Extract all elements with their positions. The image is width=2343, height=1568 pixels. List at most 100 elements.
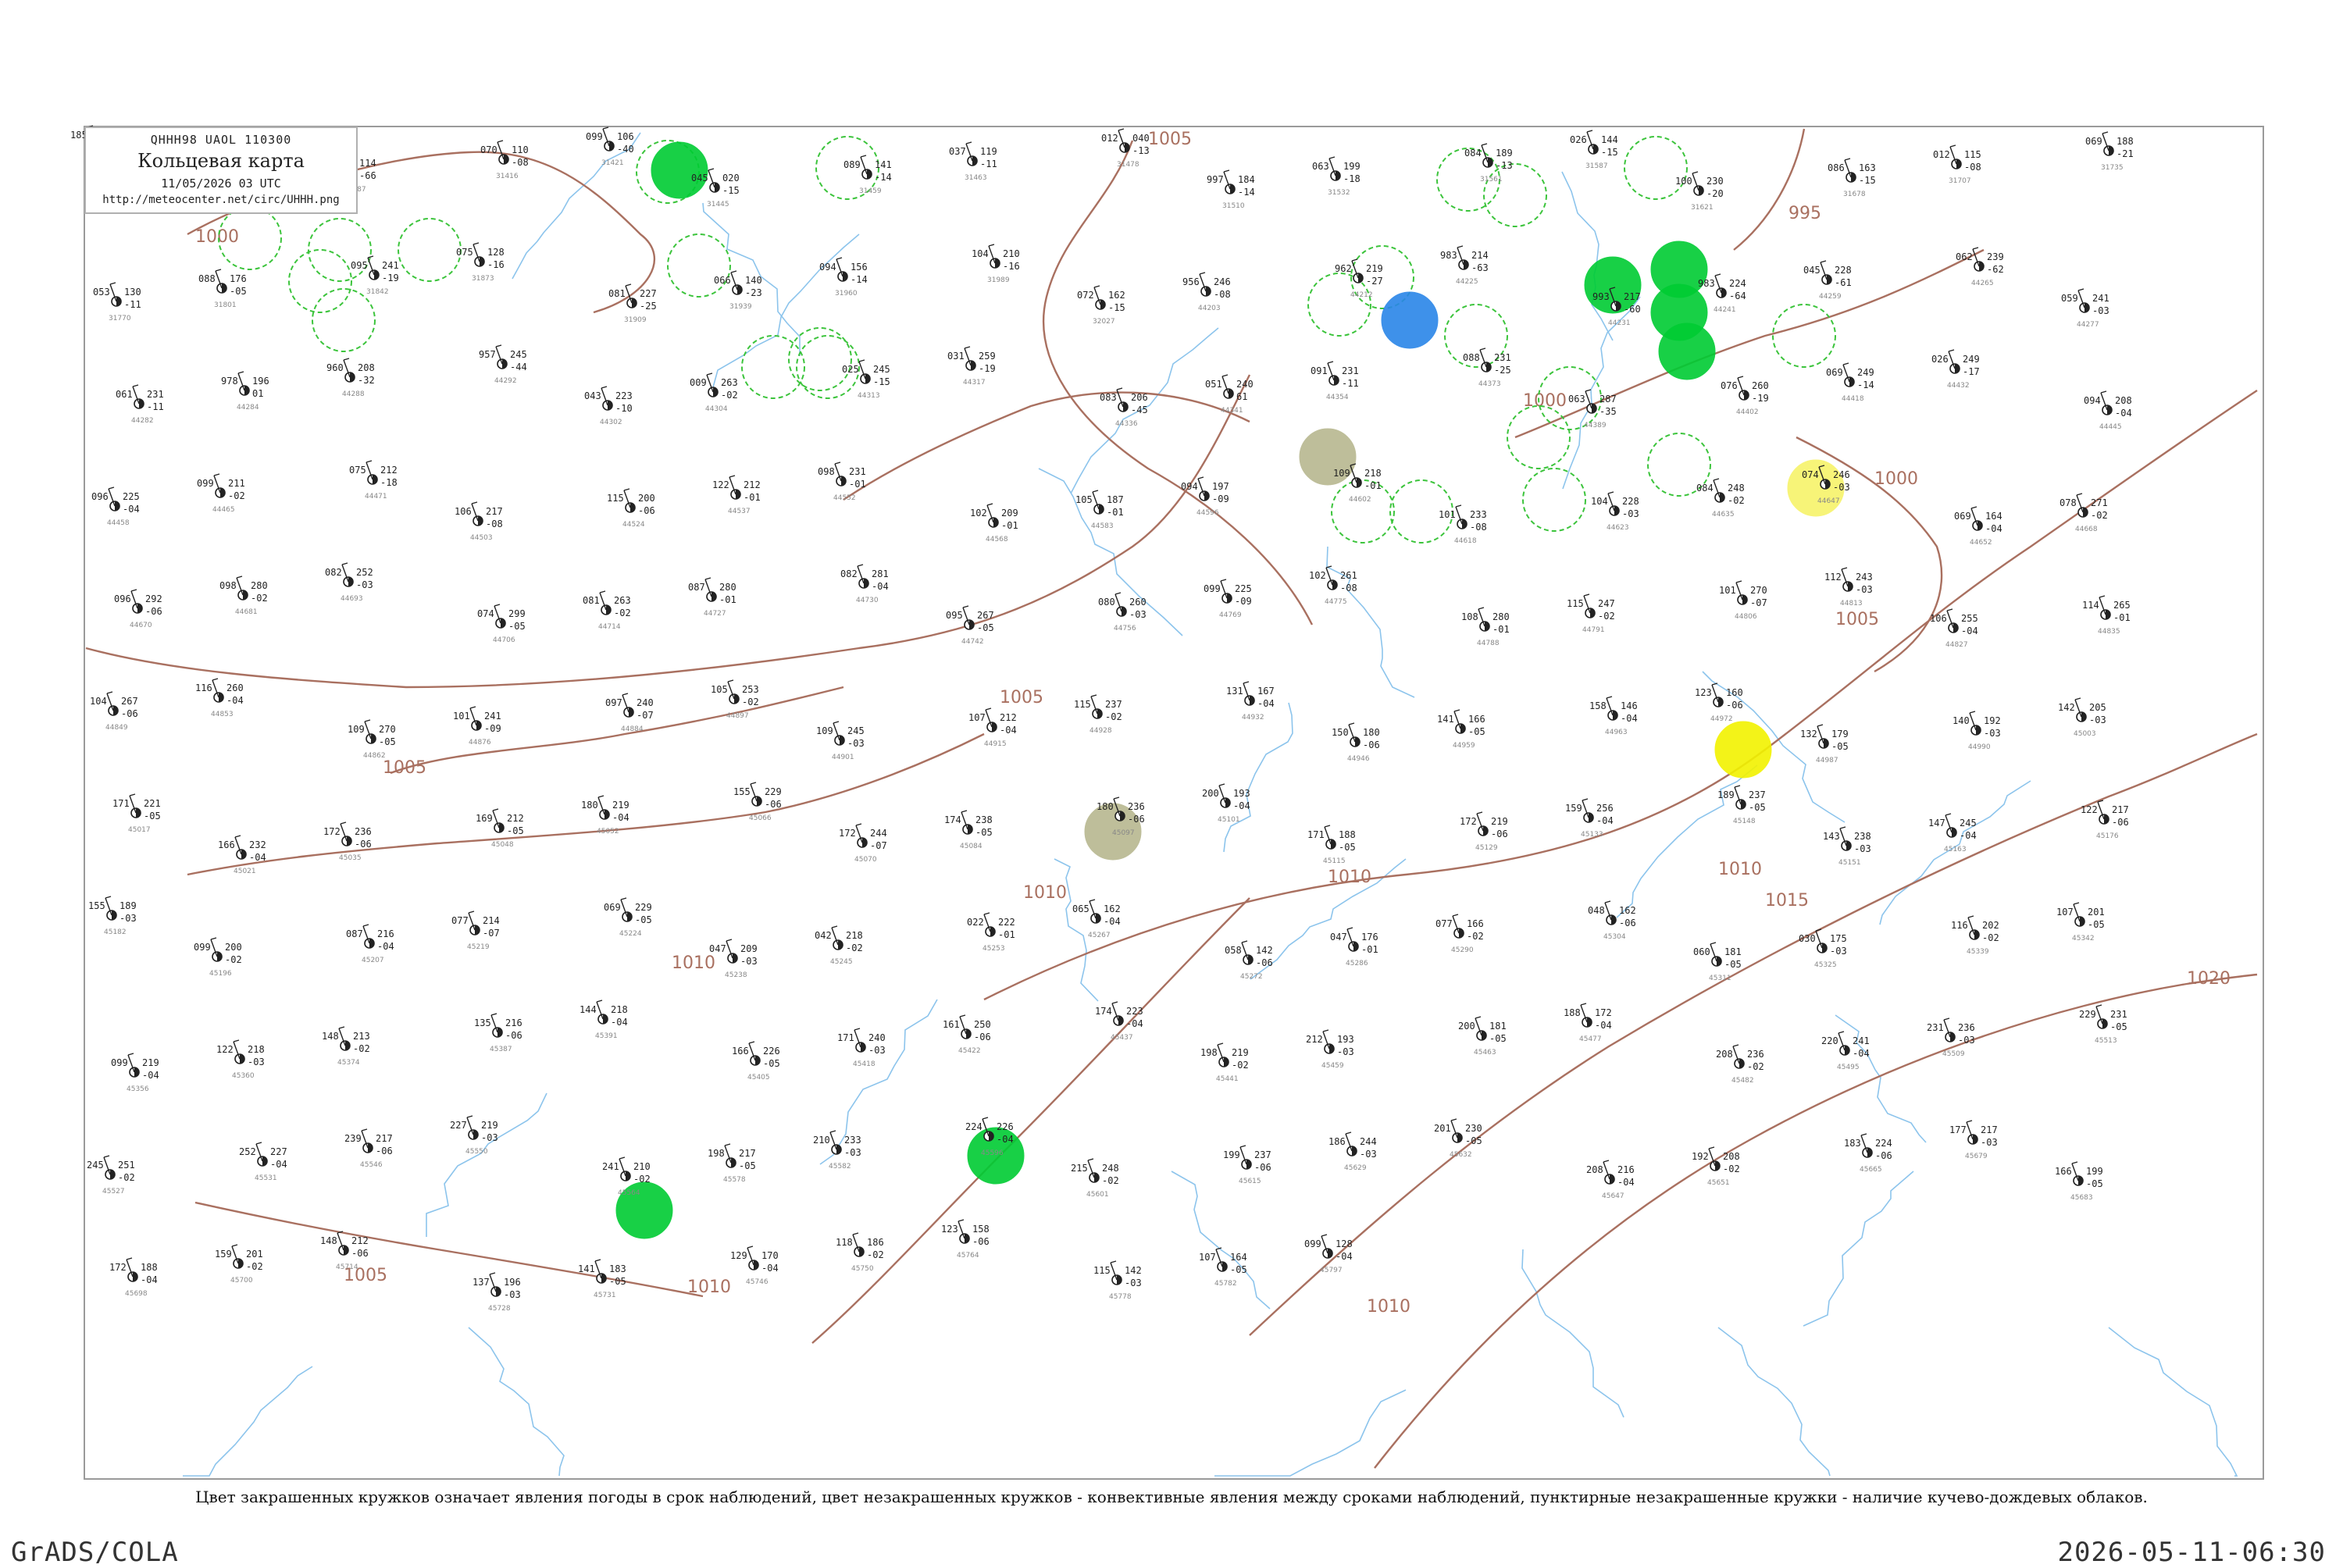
station-id: 45629 (1344, 1164, 1367, 1172)
station-id: 31445 (707, 201, 729, 208)
station-tendency: -09 (484, 723, 501, 734)
station-temp: 997 (1207, 174, 1224, 185)
station-id: 45342 (2072, 935, 2095, 943)
station-id: 45615 (1239, 1178, 1261, 1185)
station-pressure: 189 (119, 900, 137, 911)
station-id: 31459 (859, 187, 882, 195)
station-temp: 141 (578, 1263, 595, 1274)
station-temp: 148 (320, 1235, 337, 1246)
station-tendency: -02 (1728, 495, 1745, 506)
station-tendency: -62 (1987, 264, 2004, 275)
station-pressure: 219 (481, 1120, 498, 1131)
station-temp: 047 (1330, 932, 1347, 943)
station-tendency: -05 (739, 1160, 756, 1171)
station-pressure: 230 (1465, 1123, 1482, 1134)
station-temp: 045 (1803, 265, 1821, 276)
station-pressure: 247 (1598, 598, 1615, 609)
station-tendency: -04 (1233, 800, 1250, 811)
station-tendency: -05 (508, 621, 526, 632)
station-pressure: 238 (1854, 831, 1871, 842)
isobar-label: 1010 (672, 953, 715, 973)
station-id: 45698 (125, 1290, 148, 1298)
station-pressure: 261 (1340, 570, 1357, 581)
station-tendency: -05 (1339, 842, 1356, 853)
station-tendency: -14 (851, 274, 868, 285)
station-temp: 159 (215, 1249, 232, 1260)
station-temp: 104 (972, 248, 989, 259)
station-id: 45148 (1733, 818, 1756, 825)
station-temp: 960 (326, 362, 344, 373)
station-temp: 188 (1564, 1007, 1581, 1018)
station-id: 31416 (496, 173, 519, 180)
station-id: 45374 (337, 1059, 360, 1067)
station-pressure: 263 (721, 377, 738, 388)
station-id: 45311 (1709, 975, 1731, 982)
station-id: 44552 (833, 494, 856, 502)
station-id: 45550 (465, 1148, 488, 1156)
station-temp: 215 (1071, 1163, 1088, 1174)
station-pressure: 180 (1363, 727, 1380, 738)
station-tendency: -06 (974, 1032, 991, 1042)
station-id: 45797 (1320, 1267, 1343, 1274)
station-id: 45531 (255, 1174, 277, 1182)
station-tendency: -44 (510, 362, 527, 372)
station-tendency: -03 (1337, 1046, 1354, 1057)
station-tendency: -02 (1747, 1061, 1764, 1072)
station-id: 44706 (493, 636, 515, 644)
footer-software: GrADS/COLA (11, 1537, 179, 1568)
station-pressure: 236 (1747, 1049, 1764, 1060)
station-id: 45339 (1967, 948, 1989, 956)
station-pressure: 270 (1750, 585, 1767, 596)
station-temp: 072 (1077, 290, 1094, 301)
station-tendency: -06 (1726, 700, 1743, 711)
station-id: 45224 (619, 930, 642, 938)
station-id: 45596 (981, 1149, 1004, 1157)
weather-filled-circle (1714, 721, 1772, 779)
station-pressure: 230 (1706, 176, 1724, 187)
station-tendency: -03 (868, 1045, 886, 1056)
station-tendency: -06 (1256, 957, 1273, 968)
station-id: 44212 (1350, 291, 1373, 299)
station-id: 44313 (858, 392, 880, 400)
station-pressure: 142 (1256, 945, 1273, 956)
station-pressure: 179 (1831, 729, 1849, 739)
station-id: 44727 (704, 610, 726, 618)
station-id: 44791 (1582, 626, 1605, 634)
station-temp: 109 (348, 724, 365, 735)
station-tendency: -35 (1599, 406, 1617, 417)
station-temp: 099 (1204, 583, 1221, 594)
station-tendency: -07 (1750, 597, 1767, 608)
station-tendency: -05 (1831, 741, 1849, 752)
station-tendency: -05 (2110, 1021, 2127, 1032)
station-temp: 957 (479, 349, 496, 360)
station-temp: 174 (944, 814, 961, 825)
station-pressure: 209 (740, 943, 758, 954)
station-tendency: -01 (1364, 480, 1382, 491)
station-pressure: 115 (1964, 149, 1981, 160)
station-id: 31561 (1480, 176, 1503, 184)
station-pressure: 192 (1984, 715, 2001, 726)
station-id: 44231 (1608, 319, 1631, 327)
station-pressure: 246 (1833, 469, 1850, 480)
station-tendency: -06 (145, 606, 162, 617)
station-id: 44203 (1198, 305, 1221, 312)
station-pressure: 219 (142, 1057, 159, 1068)
station-pressure: 211 (228, 478, 245, 489)
station-temp: 212 (1306, 1034, 1323, 1045)
station-id: 44537 (728, 508, 751, 515)
station-tendency: -01 (2113, 612, 2131, 623)
station-temp: 102 (970, 508, 987, 519)
station-temp: 177 (1949, 1124, 1967, 1135)
station-tendency: -04 (1961, 625, 1978, 636)
station-id: 45387 (490, 1046, 512, 1053)
station-tendency: -13 (1132, 145, 1150, 156)
station-pressure: 212 (1000, 712, 1017, 723)
station-tendency: -07 (483, 928, 500, 939)
station-temp: 026 (1570, 134, 1587, 145)
station-tendency: -08 (1214, 289, 1231, 300)
station-tendency: -04 (1985, 523, 2002, 534)
station-id: 44915 (984, 740, 1007, 748)
station-tendency: -05 (763, 1058, 780, 1069)
station-tendency: -06 (351, 1248, 369, 1259)
station-temp: 094 (2084, 395, 2101, 406)
